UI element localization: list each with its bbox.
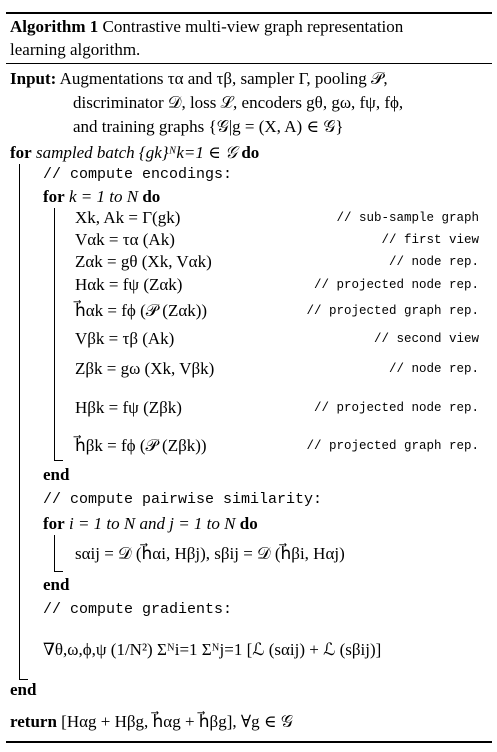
- input-keyword: Input:: [10, 69, 57, 88]
- outer-loop-bar: [19, 164, 20, 679]
- gradient-expr: ∇θ,ω,ϕ,ψ (1/N²) Σᴺi=1 Σᴺj=1 [ℒ (sαij) + …: [43, 640, 382, 659]
- for-k-text: k = 1 to N: [68, 187, 139, 206]
- encoding-comment-4: // projected node rep.: [313, 278, 479, 292]
- end-outer: end: [10, 680, 37, 699]
- for-k-loop-bar: [54, 208, 55, 460]
- outer-for-line: for sampled batch {gk}ᴺk=1 ∈ 𝒢 do: [10, 143, 259, 163]
- input-line-1-text: Augmentations τα and τβ, sampler Γ, pool…: [59, 69, 388, 88]
- end-for-ij: end: [43, 575, 70, 594]
- similarity-expr: sαij = 𝒟 (h⃗αi, Hβj), sβij = 𝒟 (h⃗βi, Hα…: [75, 544, 345, 563]
- encoding-line-3: Zαk = gθ (Xk, Vαk): [75, 252, 212, 271]
- for-ij-end-tick: [54, 571, 63, 572]
- end-for-k: end: [43, 465, 70, 484]
- comment-pairwise-similarity: // compute pairwise similarity:: [43, 491, 323, 508]
- caption-rule: [6, 63, 492, 64]
- encoding-comment-6: // second view: [373, 332, 479, 346]
- encoding-line-8: Hβk = fψ (Zβk): [75, 398, 182, 417]
- encoding-line-2: Vαk = τα (Ak): [75, 230, 175, 249]
- input-line-3: and training graphs {𝒢|g = (X, A) ∈ 𝒢}: [73, 117, 344, 136]
- encoding-comment-9: // projected graph rep.: [306, 439, 479, 453]
- comment-compute-encodings: // compute encodings:: [43, 166, 233, 183]
- encoding-line-1: Xk, Ak = Γ(gk): [75, 208, 181, 227]
- return-keyword: return: [10, 712, 57, 731]
- for-ij-keyword: for: [43, 514, 65, 533]
- algorithm-page: Algorithm 1 Contrastive multi-view graph…: [0, 0, 497, 752]
- algorithm-title-line2: learning algorithm.: [10, 40, 141, 59]
- encoding-line-6: Vβk = τβ (Ak): [75, 329, 175, 348]
- encoding-comment-7: // node rep.: [388, 362, 479, 376]
- comment-compute-gradients: // compute gradients:: [43, 601, 233, 618]
- encoding-comment-1: // sub-sample graph: [336, 211, 479, 225]
- for-k-end-tick: [54, 460, 63, 461]
- for-ij-do: do: [239, 514, 258, 533]
- encoding-comment-5: // projected graph rep.: [306, 304, 479, 318]
- outer-do-keyword: do: [241, 143, 260, 162]
- encoding-comment-2: // first view: [381, 233, 479, 247]
- encoding-line-4: Hαk = fψ (Zαk): [75, 275, 183, 294]
- encoding-comment-3: // node rep.: [388, 255, 479, 269]
- input-line-1: Input: Augmentations τα and τβ, sampler …: [10, 69, 388, 89]
- return-line: return [Hαg + Hβg, h⃗αg + h⃗βg], ∀g ∈ 𝒢: [10, 712, 293, 732]
- encoding-line-5: h⃗αk = fϕ (𝒫 (Zαk)): [75, 301, 208, 320]
- for-ij-text: i = 1 to N and j = 1 to N: [68, 514, 236, 533]
- for-ij-loop-bar: [54, 535, 55, 571]
- algorithm-caption: Algorithm 1 Contrastive multi-view graph…: [10, 17, 403, 37]
- for-k-keyword: for: [43, 187, 65, 206]
- encoding-line-7: Zβk = gω (Xk, Vβk): [75, 359, 215, 378]
- input-line-2: discriminator 𝒟, loss ℒ, encoders gθ, gω…: [73, 93, 404, 112]
- for-ij-line: for i = 1 to N and j = 1 to N do: [43, 514, 258, 534]
- for-k-do: do: [142, 187, 161, 206]
- return-expr: [Hαg + Hβg, h⃗αg + h⃗βg], ∀g ∈ 𝒢: [61, 712, 293, 731]
- outer-for-text: sampled batch {gk}ᴺk=1 ∈ 𝒢: [35, 143, 238, 162]
- encoding-line-9: h⃗βk = fϕ (𝒫 (Zβk)): [75, 436, 207, 455]
- outer-for-keyword: for: [10, 143, 32, 162]
- encoding-comment-8: // projected node rep.: [313, 401, 479, 415]
- bottom-rule: [6, 741, 492, 743]
- top-rule: [6, 12, 492, 14]
- algorithm-title-line1: Contrastive multi-view graph representat…: [102, 17, 404, 36]
- for-k-line: for k = 1 to N do: [43, 187, 160, 207]
- algorithm-label: Algorithm 1: [10, 17, 99, 36]
